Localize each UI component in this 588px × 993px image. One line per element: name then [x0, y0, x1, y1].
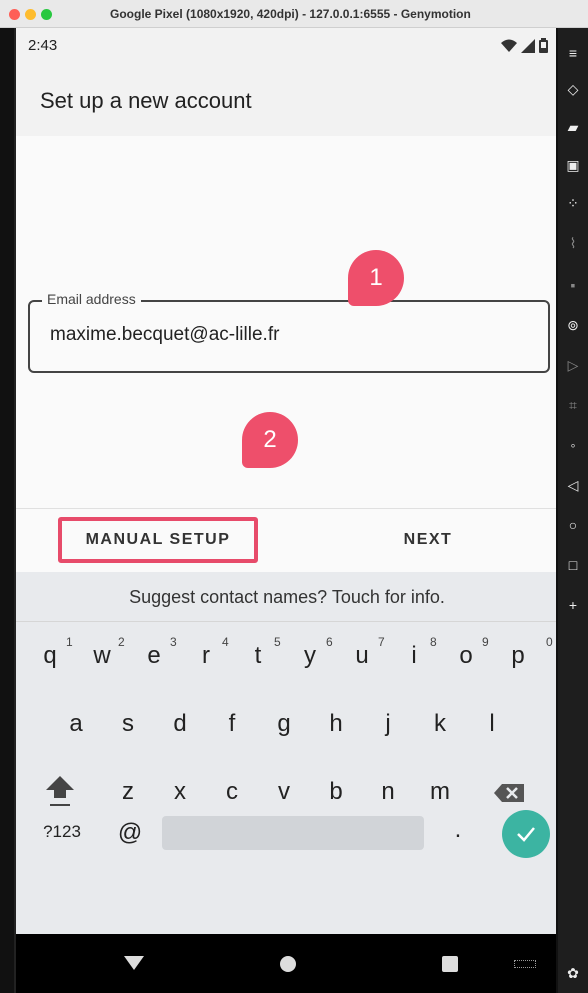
key-h[interactable]: h [316, 710, 356, 738]
media-icon[interactable]: ▷ [562, 354, 584, 376]
key-z[interactable]: z [108, 778, 148, 806]
key-n[interactable]: n [368, 778, 408, 806]
key-u[interactable]: u [342, 642, 382, 670]
key-hint-5: 5 [274, 635, 281, 649]
annotation-bubble-2: 2 [242, 412, 298, 468]
key-l[interactable]: l [472, 710, 512, 738]
home-toolbar-icon[interactable]: ○ [562, 514, 584, 536]
back-nav-icon[interactable] [124, 956, 144, 970]
next-button[interactable]: NEXT [368, 517, 488, 563]
close-window-button[interactable] [9, 9, 20, 20]
open-gapps-icon[interactable]: ◦ [562, 434, 584, 456]
key-d[interactable]: d [160, 710, 200, 738]
key-r[interactable]: r [186, 642, 226, 670]
key-k[interactable]: k [420, 710, 460, 738]
key-hint-2: 2 [118, 635, 125, 649]
back-toolbar-icon[interactable]: ◁ [562, 474, 584, 496]
key-g[interactable]: g [264, 710, 304, 738]
key-y[interactable]: y [290, 642, 330, 670]
status-bar: 2:43 [16, 28, 556, 64]
check-icon [517, 827, 535, 842]
key-s[interactable]: s [108, 710, 148, 738]
recents-toolbar-icon[interactable]: □ [562, 554, 584, 576]
backspace-icon [494, 784, 524, 802]
window-titlebar: Google Pixel (1080x1920, 420dpi) - 127.0… [0, 0, 588, 28]
network-icon[interactable]: ⌇ [562, 232, 584, 254]
home-nav-icon[interactable] [280, 956, 296, 972]
settings-gear-icon[interactable]: ✿ [562, 962, 584, 984]
camera-icon[interactable]: ▪ [562, 274, 584, 296]
screencast-icon[interactable]: ▰ [562, 116, 584, 138]
key-hint-4: 4 [222, 635, 229, 649]
window-title: Google Pixel (1080x1920, 420dpi) - 127.0… [110, 7, 471, 21]
key-hint-7: 7 [378, 635, 385, 649]
manual-setup-button[interactable]: MANUAL SETUP [58, 517, 258, 563]
menu-icon[interactable]: ≡ [562, 42, 584, 64]
key-q[interactable]: q [30, 642, 70, 670]
battery-icon [539, 38, 548, 53]
wifi-icon [501, 39, 517, 52]
space-bar[interactable] [162, 816, 424, 850]
key-j[interactable]: j [368, 710, 408, 738]
key-p[interactable]: p [498, 642, 538, 670]
signal-icon [521, 38, 535, 53]
period-key[interactable]: . [438, 816, 478, 844]
key-e[interactable]: e [134, 642, 174, 670]
backspace-key[interactable] [490, 776, 530, 810]
plus-icon[interactable]: + [562, 594, 584, 616]
genymotion-toolbar: ≡ ◇ ▰ ▣ ⁘ ⌇ ▪ ⊚ ▷ ⌗ ◦ ◁ ○ □ + ✿ [558, 28, 588, 993]
key-t[interactable]: t [238, 642, 278, 670]
key-hint-3: 3 [170, 635, 177, 649]
at-key[interactable]: @ [112, 819, 148, 847]
minimize-window-button[interactable] [25, 9, 36, 20]
action-bar: MANUAL SETUP NEXT [16, 508, 556, 572]
keyboard-switch-icon[interactable] [514, 960, 536, 968]
pixel-perfect-icon[interactable]: ⁘ [562, 192, 584, 214]
app-bar: Set up a new account [16, 64, 556, 136]
capture-icon[interactable]: ⌗ [562, 394, 584, 416]
key-i[interactable]: i [394, 642, 434, 670]
device-screen: 2:43 Set up a new account Email address … [14, 28, 556, 993]
key-w[interactable]: w [82, 642, 122, 670]
annotation-bubble-1: 1 [348, 250, 404, 306]
email-field-label: Email address [42, 291, 141, 307]
shift-key[interactable] [40, 770, 80, 810]
key-b[interactable]: b [316, 778, 356, 806]
key-v[interactable]: v [264, 778, 304, 806]
soft-keyboard: Suggest contact names? Touch for info. q… [16, 572, 556, 934]
rotate-icon[interactable]: ◇ [562, 78, 584, 100]
enter-key[interactable] [502, 810, 550, 858]
shift-arrow-icon [46, 776, 74, 806]
key-a[interactable]: a [56, 710, 96, 738]
key-f[interactable]: f [212, 710, 252, 738]
key-c[interactable]: c [212, 778, 252, 806]
key-x[interactable]: x [160, 778, 200, 806]
genymotion-window: Google Pixel (1080x1920, 420dpi) - 127.0… [0, 0, 588, 993]
key-m[interactable]: m [420, 778, 460, 806]
page-title: Set up a new account [40, 88, 252, 113]
status-time: 2:43 [28, 37, 58, 54]
keyboard-suggestion-bar[interactable]: Suggest contact names? Touch for info. [16, 572, 556, 622]
email-input[interactable]: maxime.becquet@ac-lille.fr [50, 324, 450, 346]
key-hint-1: 1 [66, 635, 73, 649]
maximize-window-button[interactable] [41, 9, 52, 20]
device-id-icon[interactable]: ▣ [562, 154, 584, 176]
status-icons [501, 38, 548, 53]
key-hint-8: 8 [430, 635, 437, 649]
symbols-key[interactable]: ?123 [32, 822, 92, 842]
key-hint-6: 6 [326, 635, 333, 649]
recents-nav-icon[interactable] [442, 956, 458, 972]
email-field[interactable]: Email address maxime.becquet@ac-lille.fr [28, 291, 550, 373]
gps-icon[interactable]: ⊚ [562, 314, 584, 336]
key-hint-9: 9 [482, 635, 489, 649]
key-hint-0: 0 [546, 635, 553, 649]
android-nav-bar [16, 934, 556, 993]
key-o[interactable]: o [446, 642, 486, 670]
